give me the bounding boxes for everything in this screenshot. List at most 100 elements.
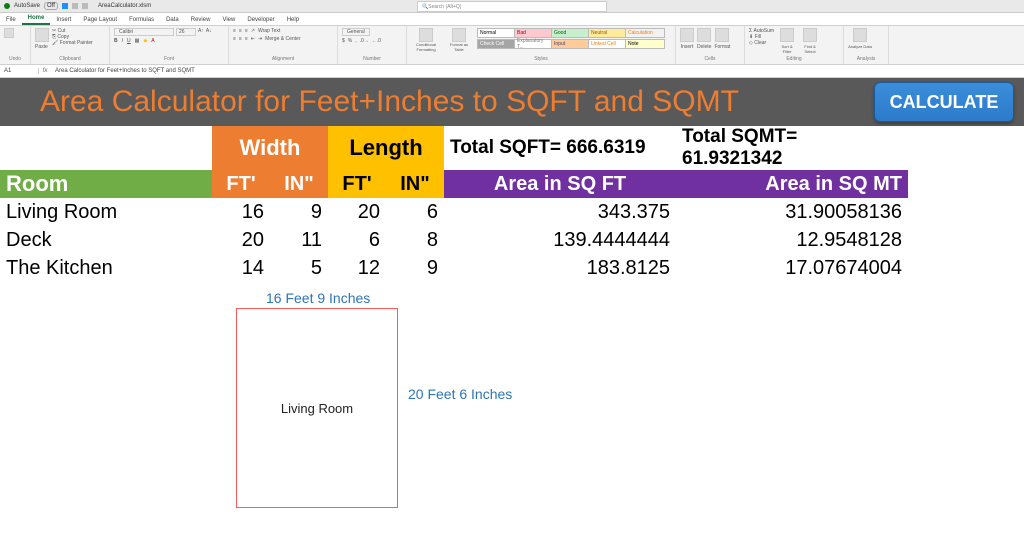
style-cell[interactable]: Linked Cell <box>588 39 628 49</box>
format-table-button[interactable]: Format as Table <box>446 42 472 52</box>
name-box[interactable]: A1 <box>0 68 39 74</box>
format-table-icon[interactable] <box>452 28 466 42</box>
tab-page-layout[interactable]: Page Layout <box>77 15 123 25</box>
cell-length-in[interactable]: 9 <box>386 254 444 282</box>
border-button[interactable]: ▦ <box>135 38 140 44</box>
sort-filter-button[interactable]: Sort & Filter <box>777 44 797 54</box>
comma-icon[interactable]: , <box>355 38 356 44</box>
undo-icon[interactable] <box>4 28 14 38</box>
insert-cells-icon[interactable] <box>680 28 694 42</box>
wrap-text-button[interactable]: Wrap Text <box>258 28 280 34</box>
cell-length-ft[interactable]: 12 <box>328 254 386 282</box>
style-cell[interactable]: Bad <box>514 28 554 38</box>
tab-formulas[interactable]: Formulas <box>123 15 160 25</box>
font-color-button[interactable]: A <box>151 38 154 44</box>
cell-room[interactable]: Living Room <box>0 198 212 226</box>
cell-sqft[interactable]: 139.4444444 <box>444 226 676 254</box>
style-cell[interactable]: Input <box>551 39 591 49</box>
tab-help[interactable]: Help <box>281 15 305 25</box>
cell-length-in[interactable]: 6 <box>386 198 444 226</box>
cell-length-ft[interactable]: 20 <box>328 198 386 226</box>
cell-width-in[interactable]: 11 <box>270 226 328 254</box>
tab-insert[interactable]: Insert <box>50 15 77 25</box>
cell-width-ft[interactable]: 14 <box>212 254 270 282</box>
cell-sqmt[interactable]: 17.07674004 <box>676 254 908 282</box>
increase-decimal-icon[interactable]: .0→ <box>360 38 369 44</box>
formula-input[interactable]: Area Calculator for Feet+Inches to SQFT … <box>51 68 1024 74</box>
worksheet[interactable]: Area Calculator for Feet+Inches to SQFT … <box>0 78 1024 546</box>
cell-sqmt[interactable]: 31.90058136 <box>676 198 908 226</box>
style-cell[interactable]: Explanatory T... <box>514 39 554 49</box>
cell-width-in[interactable]: 5 <box>270 254 328 282</box>
analyze-data-icon[interactable] <box>853 28 867 42</box>
cell-width-in[interactable]: 9 <box>270 198 328 226</box>
style-cell[interactable]: Neutral <box>588 28 628 38</box>
cell-room[interactable]: The Kitchen <box>0 254 212 282</box>
align-left-icon[interactable]: ≡ <box>233 36 236 42</box>
tab-home[interactable]: Home <box>22 13 51 25</box>
percent-icon[interactable]: % <box>348 38 352 44</box>
fill-color-button[interactable]: ◆ <box>143 38 147 44</box>
number-format-dropdown[interactable]: General <box>342 28 370 36</box>
underline-button[interactable]: U <box>127 38 131 44</box>
search-input[interactable]: 🔍 Search (Alt+Q) <box>417 1 607 12</box>
indent-dec-icon[interactable]: ⇤ <box>251 36 255 42</box>
cell-sqmt[interactable]: 12.9548128 <box>676 226 908 254</box>
increase-font-icon[interactable]: A↑ <box>198 28 204 36</box>
currency-icon[interactable]: $ <box>342 38 345 44</box>
font-size-dropdown[interactable]: 26 <box>176 28 196 36</box>
cell-length-in[interactable]: 8 <box>386 226 444 254</box>
orientation-icon[interactable]: ↗ <box>251 28 255 34</box>
align-middle-icon[interactable]: ≡ <box>239 28 242 34</box>
style-cell[interactable]: Good <box>551 28 591 38</box>
find-select-icon[interactable] <box>803 28 817 42</box>
style-cell[interactable]: Calculation <box>625 28 665 38</box>
fx-icon[interactable]: fx <box>39 68 51 74</box>
save-icon[interactable] <box>62 3 68 9</box>
conditional-formatting-button[interactable]: Conditional Formatting <box>411 42 441 52</box>
find-select-button[interactable]: Find & Select <box>800 44 820 54</box>
tab-review[interactable]: Review <box>185 15 217 25</box>
font-name-dropdown[interactable]: Calibri <box>114 28 174 36</box>
format-cells-button[interactable]: Format <box>714 44 730 50</box>
style-cell[interactable]: Normal <box>477 28 517 38</box>
calculate-button[interactable]: CALCULATE <box>874 82 1014 122</box>
format-cells-icon[interactable] <box>715 28 729 42</box>
cell-length-ft[interactable]: 6 <box>328 226 386 254</box>
autosave-toggle[interactable]: Off <box>44 2 58 10</box>
merge-center-button[interactable]: Merge & Center <box>265 36 300 42</box>
undo-icon[interactable] <box>72 3 78 9</box>
format-painter-button[interactable]: 🖌 Format Painter <box>52 40 93 46</box>
sort-filter-icon[interactable] <box>780 28 794 42</box>
style-cell[interactable]: Check Cell <box>477 39 517 49</box>
table-row[interactable]: Deck201168139.444444412.9548128 <box>0 226 908 254</box>
conditional-formatting-icon[interactable] <box>419 28 433 42</box>
decrease-decimal-icon[interactable]: ←.0 <box>372 38 381 44</box>
cell-width-ft[interactable]: 16 <box>212 198 270 226</box>
align-bottom-icon[interactable]: ≡ <box>245 28 248 34</box>
tab-data[interactable]: Data <box>160 15 185 25</box>
align-right-icon[interactable]: ≡ <box>245 36 248 42</box>
style-cell[interactable]: Note <box>625 39 665 49</box>
align-center-icon[interactable]: ≡ <box>239 36 242 42</box>
paste-button[interactable]: Paste <box>35 44 49 50</box>
cell-styles-gallery[interactable]: NormalBadGoodNeutralCalculationCheck Cel… <box>477 28 661 49</box>
redo-icon[interactable] <box>82 3 88 9</box>
cell-room[interactable]: Deck <box>0 226 212 254</box>
clear-button[interactable]: ◇ Clear <box>749 40 774 46</box>
tab-developer[interactable]: Developer <box>241 15 280 25</box>
decrease-font-icon[interactable]: A↓ <box>206 28 212 36</box>
cell-sqft[interactable]: 343.375 <box>444 198 676 226</box>
cell-width-ft[interactable]: 20 <box>212 226 270 254</box>
tab-file[interactable]: File <box>0 15 22 25</box>
insert-cells-button[interactable]: Insert <box>680 44 694 50</box>
analyze-data-button[interactable]: Analyze Data <box>848 44 872 49</box>
delete-cells-button[interactable]: Delete <box>697 44 711 50</box>
table-row[interactable]: The Kitchen145129183.812517.07674004 <box>0 254 908 282</box>
tab-view[interactable]: View <box>216 15 241 25</box>
indent-inc-icon[interactable]: ⇥ <box>258 36 262 42</box>
table-row[interactable]: Living Room169206343.37531.90058136 <box>0 198 908 226</box>
delete-cells-icon[interactable] <box>697 28 711 42</box>
align-top-icon[interactable]: ≡ <box>233 28 236 34</box>
bold-button[interactable]: B <box>114 38 118 44</box>
